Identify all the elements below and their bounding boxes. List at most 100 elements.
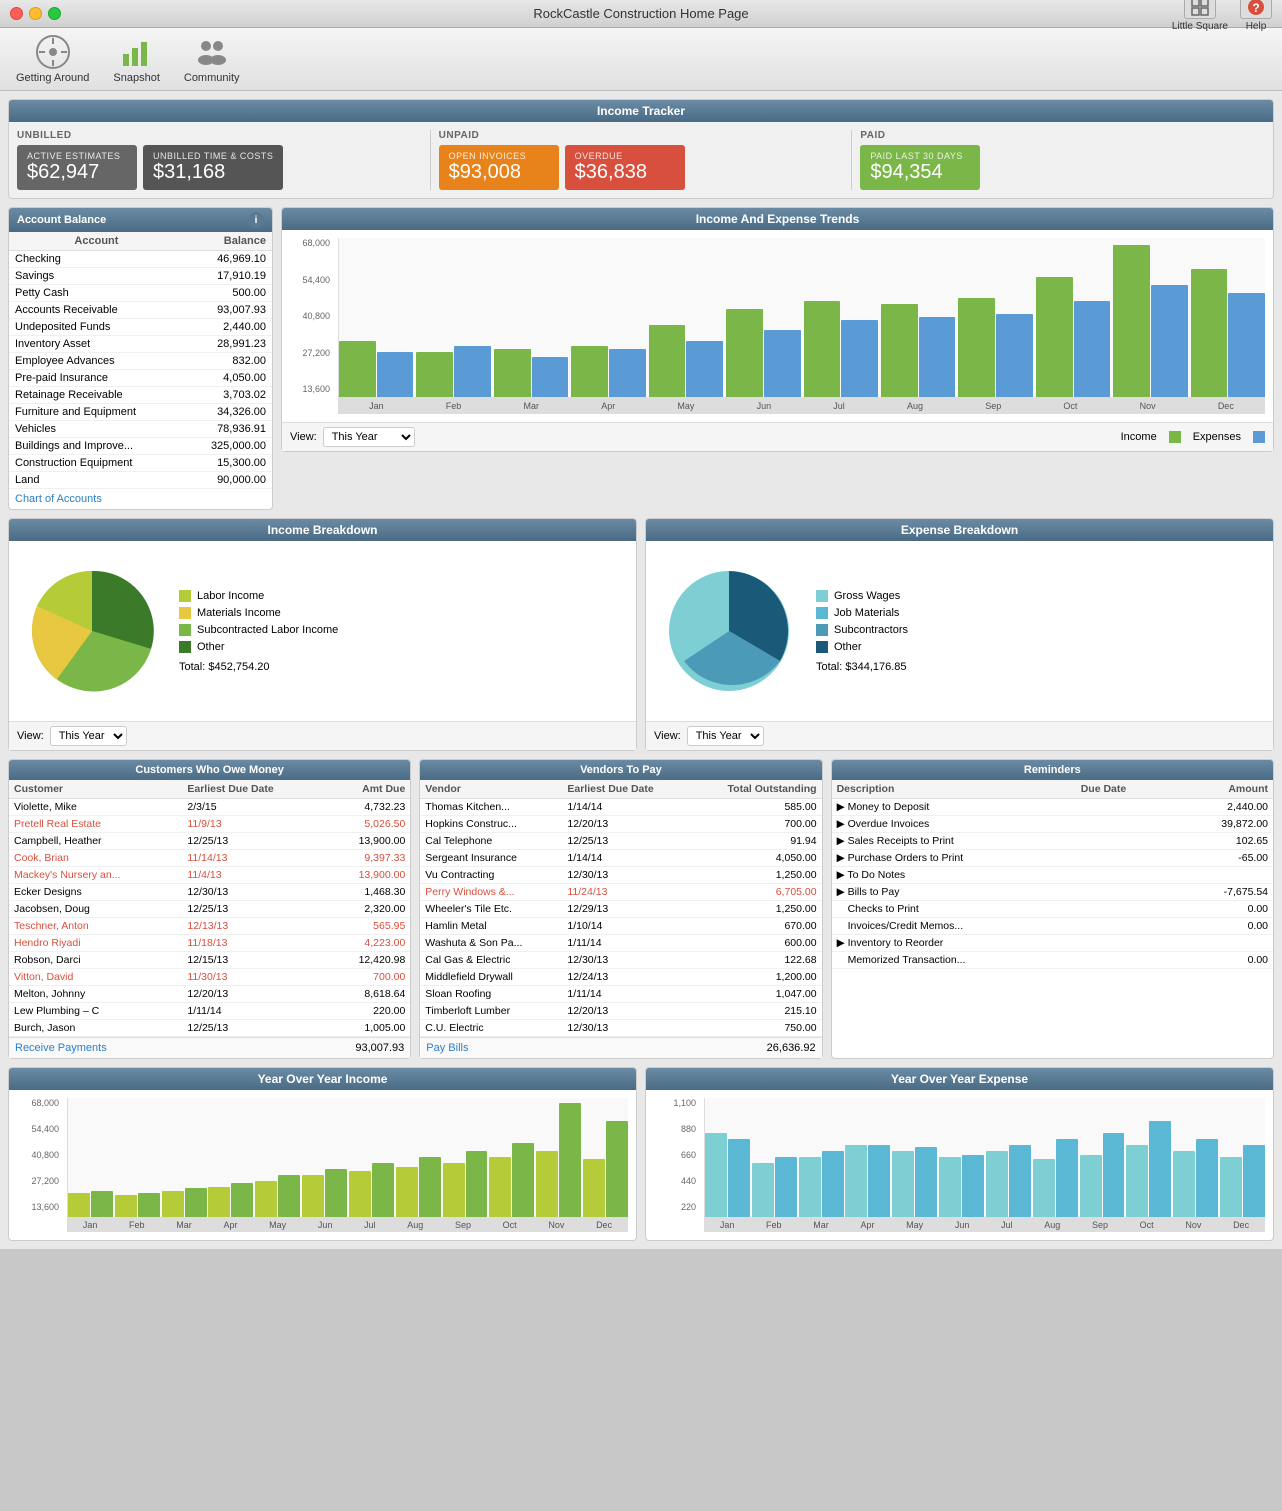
table-row[interactable]: Furniture and Equipment34,326.00 — [9, 404, 272, 421]
vendors-table: Vendor Earliest Due Date Total Outstandi… — [420, 780, 821, 1037]
receive-payments-link[interactable]: Receive Payments — [15, 1042, 107, 1054]
table-row[interactable]: Melton, Johnny12/20/138,618.64 — [9, 986, 410, 1003]
customer-date: 12/15/13 — [182, 952, 325, 969]
x-label: Nov — [548, 1220, 564, 1230]
table-row[interactable]: Savings17,910.19 — [9, 268, 272, 285]
toolbar-getting-around[interactable]: Getting Around — [16, 34, 89, 84]
table-row[interactable]: Hendro Riyadi11/18/134,223.00 — [9, 935, 410, 952]
table-row[interactable]: Buildings and Improve...325,000.00 — [9, 438, 272, 455]
table-row[interactable]: Inventory Asset28,991.23 — [9, 336, 272, 353]
table-row[interactable]: Land90,000.00 — [9, 472, 272, 489]
paid-last-30-card[interactable]: PAID LAST 30 DAYS $94,354 — [860, 145, 980, 190]
table-row[interactable]: Wheeler's Tile Etc.12/29/131,250.00 — [420, 901, 821, 918]
y-label: 13,600 — [302, 384, 330, 394]
table-row[interactable]: Jacobsen, Doug12/25/132,320.00 — [9, 901, 410, 918]
maximize-button[interactable] — [48, 7, 61, 20]
reminder-amount — [1173, 867, 1273, 884]
table-row[interactable]: Burch, Jason12/25/131,005.00 — [9, 1020, 410, 1037]
table-row[interactable]: Campbell, Heather12/25/1313,900.00 — [9, 833, 410, 850]
table-row[interactable]: Perry Windows &...11/24/136,705.00 — [420, 884, 821, 901]
table-row[interactable]: Checking46,969.10 — [9, 251, 272, 268]
table-row[interactable]: Vitton, David11/30/13700.00 — [9, 969, 410, 986]
reminders-section: Reminders Description Due Date Amount ▶ … — [831, 759, 1274, 1059]
close-button[interactable] — [10, 7, 23, 20]
table-row[interactable]: ▶ Overdue Invoices39,872.00 — [832, 816, 1273, 833]
vendor-name: Hopkins Construc... — [420, 816, 562, 833]
table-row[interactable]: Timberloft Lumber12/20/13215.10 — [420, 1003, 821, 1020]
income-expense-chart-header: Income And Expense Trends — [282, 208, 1273, 230]
table-row[interactable]: Violette, Mike2/3/154,732.23 — [9, 799, 410, 816]
unbilled-costs-card[interactable]: UNBILLED TIME & COSTS $31,168 — [143, 145, 283, 190]
active-estimates-card[interactable]: ACTIVE ESTIMATES $62,947 — [17, 145, 137, 190]
table-row[interactable]: Hopkins Construc...12/20/13700.00 — [420, 816, 821, 833]
income-view-select[interactable]: This Year — [50, 726, 127, 746]
reminders-table: Description Due Date Amount ▶ Money to D… — [832, 780, 1273, 969]
customer-amount: 13,900.00 — [326, 867, 410, 884]
table-row[interactable]: Hamlin Metal1/10/14670.00 — [420, 918, 821, 935]
little-square-button[interactable]: Little Square — [1172, 0, 1228, 32]
vendor-date: 1/11/14 — [562, 935, 690, 952]
x-label: Feb — [129, 1220, 145, 1230]
table-row[interactable]: ▶ To Do Notes — [832, 867, 1273, 884]
customer-amount: 1,005.00 — [326, 1020, 410, 1037]
table-row[interactable]: ▶ Purchase Orders to Print-65.00 — [832, 850, 1273, 867]
customer-amount: 12,420.98 — [326, 952, 410, 969]
vendors-header: Vendors To Pay — [420, 760, 821, 780]
view-select[interactable]: This YearThis QuarterThis Month — [323, 427, 415, 447]
income-expense-chart-section: Income And Expense Trends 68,00054,40040… — [281, 207, 1274, 452]
vendor-amount: 1,200.00 — [690, 969, 821, 986]
table-row[interactable]: Undeposited Funds2,440.00 — [9, 319, 272, 336]
account-balance-col: Account Balance i Account Balance Checki… — [8, 207, 273, 510]
table-row[interactable]: Middlefield Drywall12/24/131,200.00 — [420, 969, 821, 986]
table-row[interactable]: ▶ Inventory to Reorder — [832, 935, 1273, 952]
table-row[interactable]: Mackey's Nursery an...11/4/1313,900.00 — [9, 867, 410, 884]
chart-of-accounts-link[interactable]: Chart of Accounts — [15, 493, 102, 505]
table-row[interactable]: Memorized Transaction...0.00 — [832, 952, 1273, 969]
open-invoices-card[interactable]: OPEN INVOICES $93,008 — [439, 145, 559, 190]
table-row[interactable]: Ecker Designs12/30/131,468.30 — [9, 884, 410, 901]
table-row[interactable]: Petty Cash500.00 — [9, 285, 272, 302]
yoy-income-y-labels: 68,00054,40040,80027,20013,600 — [17, 1098, 59, 1232]
table-row[interactable]: Lew Plumbing – C1/11/14220.00 — [9, 1003, 410, 1020]
yoy-income-x-labels: JanFebMarAprMayJunJulAugSepOctNovDec — [67, 1218, 628, 1232]
overdue-card[interactable]: OVERDUE $36,838 — [565, 145, 685, 190]
table-row[interactable]: Washuta & Son Pa...1/11/14600.00 — [420, 935, 821, 952]
table-row[interactable]: Cook, Brian11/14/139,397.33 — [9, 850, 410, 867]
table-row[interactable]: Vu Contracting12/30/131,250.00 — [420, 867, 821, 884]
table-row[interactable]: ▶ Sales Receipts to Print102.65 — [832, 833, 1273, 850]
yoy-income-bars — [67, 1098, 628, 1218]
customer-name: Melton, Johnny — [9, 986, 182, 1003]
table-row[interactable]: Employee Advances832.00 — [9, 353, 272, 370]
customers-table: Customer Earliest Due Date Amt Due Viole… — [9, 780, 410, 1037]
expense-bar — [686, 341, 723, 397]
table-row[interactable]: Cal Gas & Electric12/30/13122.68 — [420, 952, 821, 969]
table-row[interactable]: Construction Equipment15,300.00 — [9, 455, 272, 472]
bar-curr — [138, 1193, 160, 1217]
table-row[interactable]: Teschner, Anton12/13/13565.95 — [9, 918, 410, 935]
minimize-button[interactable] — [29, 7, 42, 20]
table-row[interactable]: Thomas Kitchen...1/14/14585.00 — [420, 799, 821, 816]
table-row[interactable]: Pre-paid Insurance4,050.00 — [9, 370, 272, 387]
table-row[interactable]: Sergeant Insurance1/14/144,050.00 — [420, 850, 821, 867]
table-row[interactable]: Pretell Real Estate11/9/135,026.50 — [9, 816, 410, 833]
account-name: Pre-paid Insurance — [9, 370, 184, 387]
table-row[interactable]: ▶ Money to Deposit2,440.00 — [832, 799, 1273, 816]
bar-prev — [1126, 1145, 1148, 1217]
table-row[interactable]: Cal Telephone12/25/1391.94 — [420, 833, 821, 850]
table-row[interactable]: Vehicles78,936.91 — [9, 421, 272, 438]
pay-bills-link[interactable]: Pay Bills — [426, 1042, 468, 1054]
income-bar — [571, 346, 608, 397]
x-label: Mar — [813, 1220, 829, 1230]
table-row[interactable]: C.U. Electric12/30/13750.00 — [420, 1020, 821, 1037]
toolbar-snapshot[interactable]: Snapshot — [113, 34, 159, 84]
table-row[interactable]: Retainage Receivable3,703.02 — [9, 387, 272, 404]
toolbar-community[interactable]: Community — [184, 34, 240, 84]
table-row[interactable]: Sloan Roofing1/11/141,047.00 — [420, 986, 821, 1003]
table-row[interactable]: ▶ Bills to Pay-7,675.54 — [832, 884, 1273, 901]
help-button[interactable]: ? Help — [1240, 0, 1272, 32]
expense-view-select[interactable]: This Year — [687, 726, 764, 746]
table-row[interactable]: Checks to Print0.00 — [832, 901, 1273, 918]
table-row[interactable]: Invoices/Credit Memos...0.00 — [832, 918, 1273, 935]
table-row[interactable]: Robson, Darci12/15/1312,420.98 — [9, 952, 410, 969]
table-row[interactable]: Accounts Receivable93,007.93 — [9, 302, 272, 319]
